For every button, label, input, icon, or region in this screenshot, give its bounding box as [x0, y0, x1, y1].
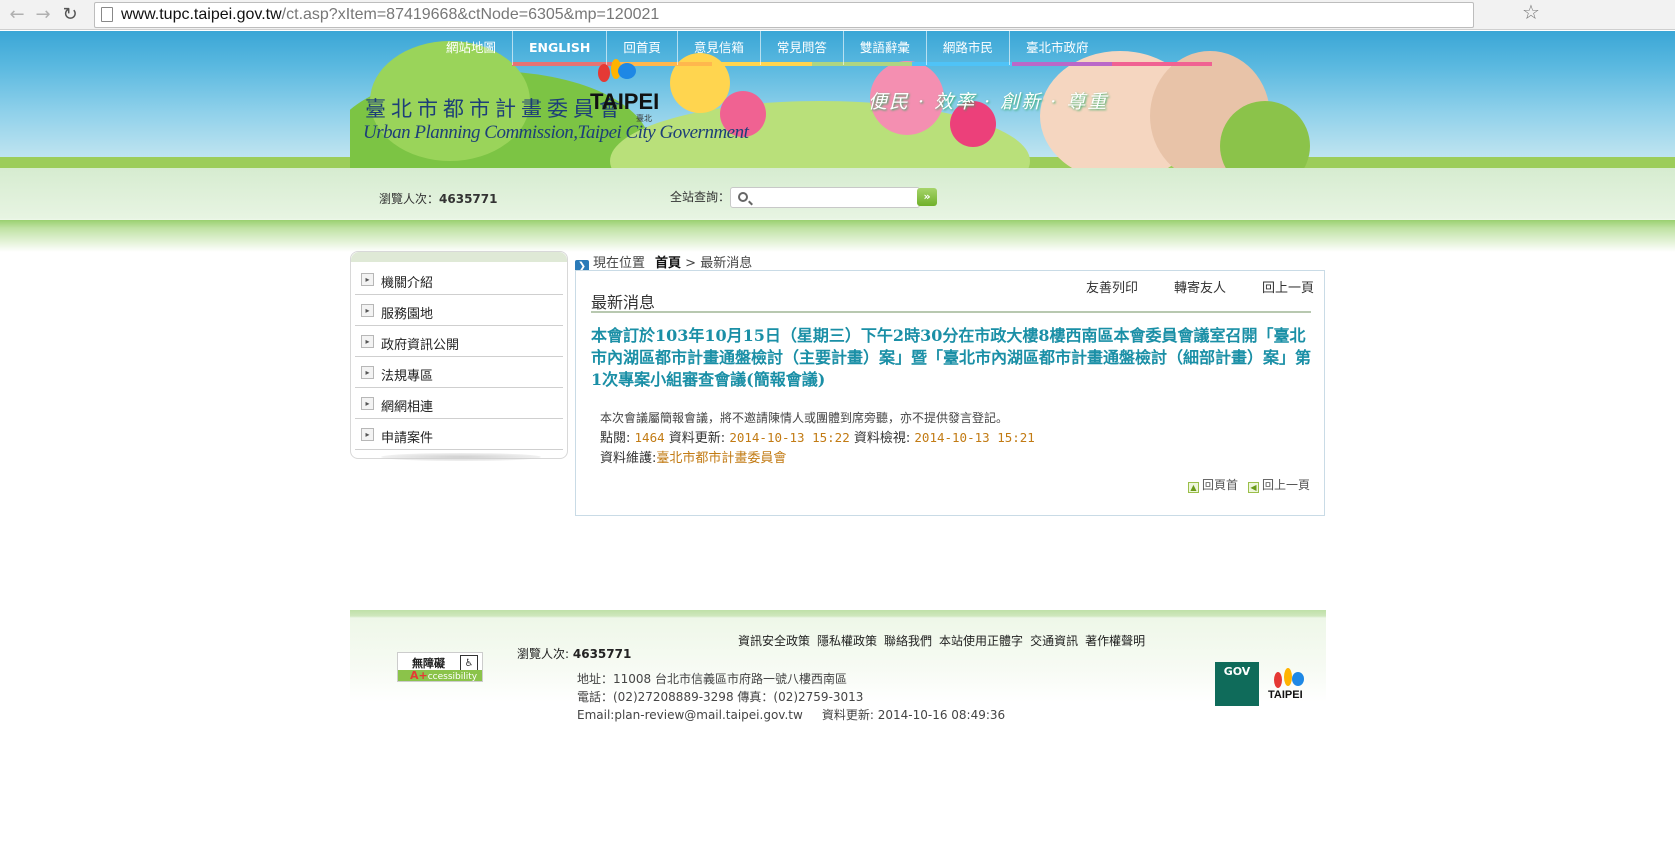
forward-icon[interactable]: → [32, 4, 54, 26]
top-of-page-link[interactable]: ▲ 回頁首 [1187, 476, 1238, 493]
breadcrumb-home-link[interactable]: 首頁 [655, 256, 681, 271]
visit-counter: 瀏覽人次：4635771 [379, 192, 498, 206]
back-link[interactable]: 回上一頁 [1262, 277, 1314, 296]
search-input[interactable] [730, 187, 920, 208]
nav-sitemap[interactable]: 網站地圖 [430, 31, 514, 65]
footer-updated: 資料更新: 2014-10-16 08:49:36 [821, 708, 1006, 722]
footer-email[interactable]: Email:plan-review@mail.taipei.gov.tw [577, 708, 803, 722]
back-icon[interactable]: ← [6, 4, 28, 26]
news-body: 本次會議屬簡報會議，將不邀請陳情人或團體到席旁聽，亦不提供發言登記。 [600, 411, 1009, 425]
reload-icon[interactable]: ↻ [59, 4, 81, 26]
footer-link-privacy[interactable]: 隱私權政策 [817, 632, 877, 649]
sidebar-menu: ▸ 機關介紹 ▸ 服務園地 ▸ 政府資訊公開 ▸ 法規專區 ▸ 網網相連 ▸ 申請案件 [350, 251, 568, 461]
footer-address: 地址：11008 台北市信義區市府路一號八樓西南區 [577, 672, 847, 686]
url-text[interactable]: www.tupc.taipei.gov.tw/ct.asp?xItem=8741… [121, 6, 659, 24]
news-maintainer: 資料維護:臺北市都市計畫委員會 [600, 451, 787, 466]
sidebar-item-gov-info[interactable]: ▸ 政府資訊公開 [355, 326, 563, 357]
accessibility-badge[interactable]: 無障礙 ♿ A+ccessibility [397, 652, 483, 682]
updated-date: 2014-10-13 15:22 [729, 430, 850, 445]
footer-link-copyright[interactable]: 著作權聲明 [1085, 632, 1145, 649]
arrow-up-icon: ▲ [1187, 482, 1199, 493]
sidebar-item-about[interactable]: ▸ 機關介紹 [355, 264, 563, 295]
breadcrumb-current: 最新消息 [700, 256, 753, 271]
content-bottom-links: ▲ 回頁首 ◀ 回上一頁 [1187, 476, 1310, 493]
bookmark-star-icon[interactable]: ☆ [1518, 0, 1544, 25]
site-subtitle: Urban Planning Commission,Taipei City Go… [363, 122, 749, 143]
search-label: 全站查詢： [670, 190, 731, 204]
footer-phone: 電話：(02)27208889-3298 傳真：(02)2759-3013 [577, 690, 864, 704]
sidebar-item-links[interactable]: ▸ 網網相連 [355, 388, 563, 419]
footer-taipei-logo[interactable]: TAIPEI [1268, 665, 1308, 707]
nav-mailbox[interactable]: 意見信箱 [678, 31, 761, 65]
browser-toolbar: ← → ↻ www.tupc.taipei.gov.tw/ct.asp?xIte… [0, 0, 1675, 30]
footer-visit-counter: 瀏覽人次: 4635771 [517, 647, 632, 661]
taipei-logo-sub: 臺北 [636, 114, 652, 123]
hits-count: 1464 [634, 430, 665, 445]
footer-link-contact[interactable]: 聯絡我們 [884, 632, 932, 649]
arrow-right-icon: ▸ [361, 397, 374, 410]
site-banner: 網站地圖 ENGLISH 回首頁 意見信箱 常見問答 雙語辭彙 網路市民 臺北市… [0, 31, 1675, 168]
footer-link-traffic[interactable]: 交通資訊 [1030, 632, 1078, 649]
content-panel: 友善列印 轉寄友人 回上一頁 最新消息 本會訂於103年10月15日（星期三）下… [575, 270, 1325, 516]
maintainer-link[interactable]: 臺北市都市計畫委員會 [656, 451, 786, 466]
page-icon [101, 7, 113, 22]
print-link[interactable]: 友善列印 [1086, 277, 1138, 296]
taipei-flower-icon [1274, 668, 1304, 688]
footer-link-traditional[interactable]: 本站使用正體字 [939, 632, 1023, 649]
nav-faq[interactable]: 常見問答 [761, 31, 844, 65]
address-bar[interactable]: www.tupc.taipei.gov.tw/ct.asp?xItem=8741… [94, 2, 1474, 28]
slogan: 便民 · 效率 · 創新 · 尊重 [868, 91, 1109, 113]
arrow-right-icon: ▸ [361, 366, 374, 379]
news-meta: 點閱: 1464 資料更新: 2014-10-13 15:22 資料檢視: 20… [600, 430, 1035, 446]
search-strip [0, 168, 1675, 252]
arrow-right-icon: ▸ [361, 335, 374, 348]
news-title: 本會訂於103年10月15日（星期三）下午2時30分在市政大樓8樓西南區本會委員… [591, 326, 1312, 389]
sidebar-item-regulations[interactable]: ▸ 法規專區 [355, 357, 563, 388]
top-navigation: 網站地圖 ENGLISH 回首頁 意見信箱 常見問答 雙語辭彙 網路市民 臺北市… [430, 31, 1104, 65]
nav-citizen[interactable]: 網路市民 [927, 31, 1010, 65]
taipei-logo-icon [598, 59, 636, 82]
search-button[interactable]: » [917, 188, 937, 206]
content-tools: 友善列印 轉寄友人 回上一頁 [1086, 277, 1314, 296]
arrow-right-icon: ▸ [361, 273, 374, 286]
gov-logo[interactable]: GOV [1215, 662, 1259, 706]
sidebar-item-services[interactable]: ▸ 服務園地 [355, 295, 563, 326]
section-title: 最新消息 [591, 293, 656, 312]
sidebar-item-applications[interactable]: ▸ 申請案件 [355, 419, 563, 450]
arrow-right-icon: ▸ [361, 304, 374, 317]
taipei-logo: TAIPEI [590, 59, 659, 115]
checked-date: 2014-10-13 15:21 [914, 430, 1035, 445]
arrow-left-icon: ◀ [1247, 482, 1259, 493]
arrow-right-icon: ▸ [361, 428, 374, 441]
site-title: 臺北市都市計畫委員會 [365, 97, 625, 121]
search-icon [738, 192, 748, 202]
footer-links: 資訊安全政策 隱私權政策 聯絡我們 本站使用正體字 交通資訊 著作權聲明 [738, 632, 1145, 649]
footer-link-security[interactable]: 資訊安全政策 [738, 632, 810, 649]
nav-taipei-gov[interactable]: 臺北市政府 [1010, 31, 1105, 65]
bottom-back-link[interactable]: ◀ 回上一頁 [1247, 476, 1310, 493]
nav-glossary[interactable]: 雙語辭彙 [844, 31, 927, 65]
footer-contact-info: 地址：11008 台北市信義區市府路一號八樓西南區 電話：(02)2720888… [577, 670, 1005, 724]
forward-friend-link[interactable]: 轉寄友人 [1174, 277, 1226, 296]
